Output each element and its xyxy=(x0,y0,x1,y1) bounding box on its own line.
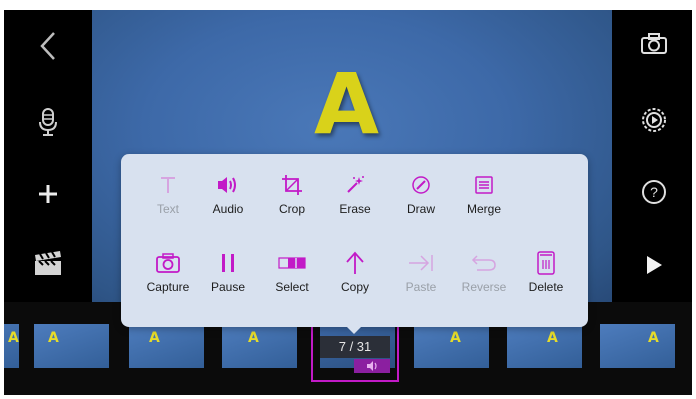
menu-item-audio[interactable]: Audio xyxy=(198,172,258,222)
text-icon xyxy=(153,172,183,198)
merge-icon xyxy=(469,172,499,198)
timeline-thumbnail[interactable]: A xyxy=(600,324,675,368)
menu-item-capture[interactable]: Capture xyxy=(138,250,198,300)
menu-item-crop[interactable]: Crop xyxy=(262,172,322,222)
trash-icon xyxy=(531,250,561,276)
speaker-icon xyxy=(367,361,377,371)
paste-icon xyxy=(406,250,436,276)
timeline-thumbnail[interactable]: A xyxy=(222,324,297,368)
undo-icon xyxy=(469,250,499,276)
context-menu: Text Audio Crop Erase Draw Merge Capture xyxy=(121,154,588,327)
timeline-thumbnail[interactable]: A xyxy=(129,324,204,368)
left-toolbar xyxy=(4,10,92,302)
select-icon xyxy=(277,250,307,276)
menu-item-erase[interactable]: Erase xyxy=(325,172,385,222)
help-glyph: ? xyxy=(650,184,658,200)
timeline-thumbnail[interactable]: A xyxy=(414,324,489,368)
menu-item-draw[interactable]: Draw xyxy=(391,172,451,222)
timeline-thumbnail[interactable]: A xyxy=(34,324,109,368)
audio-icon xyxy=(213,172,243,198)
pause-icon xyxy=(213,250,243,276)
camera-icon[interactable] xyxy=(632,22,676,66)
right-toolbar: ? xyxy=(612,10,692,302)
crop-icon xyxy=(277,172,307,198)
clapperboard-icon[interactable] xyxy=(26,242,70,286)
settings-icon[interactable] xyxy=(632,98,676,142)
menu-item-text: Text xyxy=(138,172,198,222)
magic-wand-icon xyxy=(340,172,370,198)
menu-item-copy[interactable]: Copy xyxy=(325,250,385,300)
camera-icon xyxy=(153,250,183,276)
menu-item-pause[interactable]: Pause xyxy=(198,250,258,300)
arrow-up-icon xyxy=(340,250,370,276)
timeline-thumbnail[interactable]: A xyxy=(4,324,19,368)
menu-item-select[interactable]: Select xyxy=(262,250,322,300)
video-letter: A xyxy=(314,55,380,153)
frame-counter: 7 / 31 xyxy=(320,336,390,358)
microphone-icon[interactable] xyxy=(26,100,70,144)
menu-item-paste: Paste xyxy=(391,250,451,300)
audio-track-marker[interactable] xyxy=(354,359,390,373)
menu-item-merge[interactable]: Merge xyxy=(454,172,514,222)
pen-icon xyxy=(406,172,436,198)
help-icon[interactable]: ? xyxy=(632,170,676,214)
timeline-thumbnail[interactable]: A xyxy=(507,324,582,368)
back-icon[interactable] xyxy=(26,24,70,68)
menu-item-reverse: Reverse xyxy=(454,250,514,300)
menu-item-delete[interactable]: Delete xyxy=(516,250,576,300)
app-window: A ? A A A A A A A 7 / 31 Text Audio Crop… xyxy=(4,10,692,395)
add-icon[interactable] xyxy=(26,172,70,216)
play-icon[interactable] xyxy=(632,243,676,287)
menu-pointer xyxy=(345,325,363,334)
